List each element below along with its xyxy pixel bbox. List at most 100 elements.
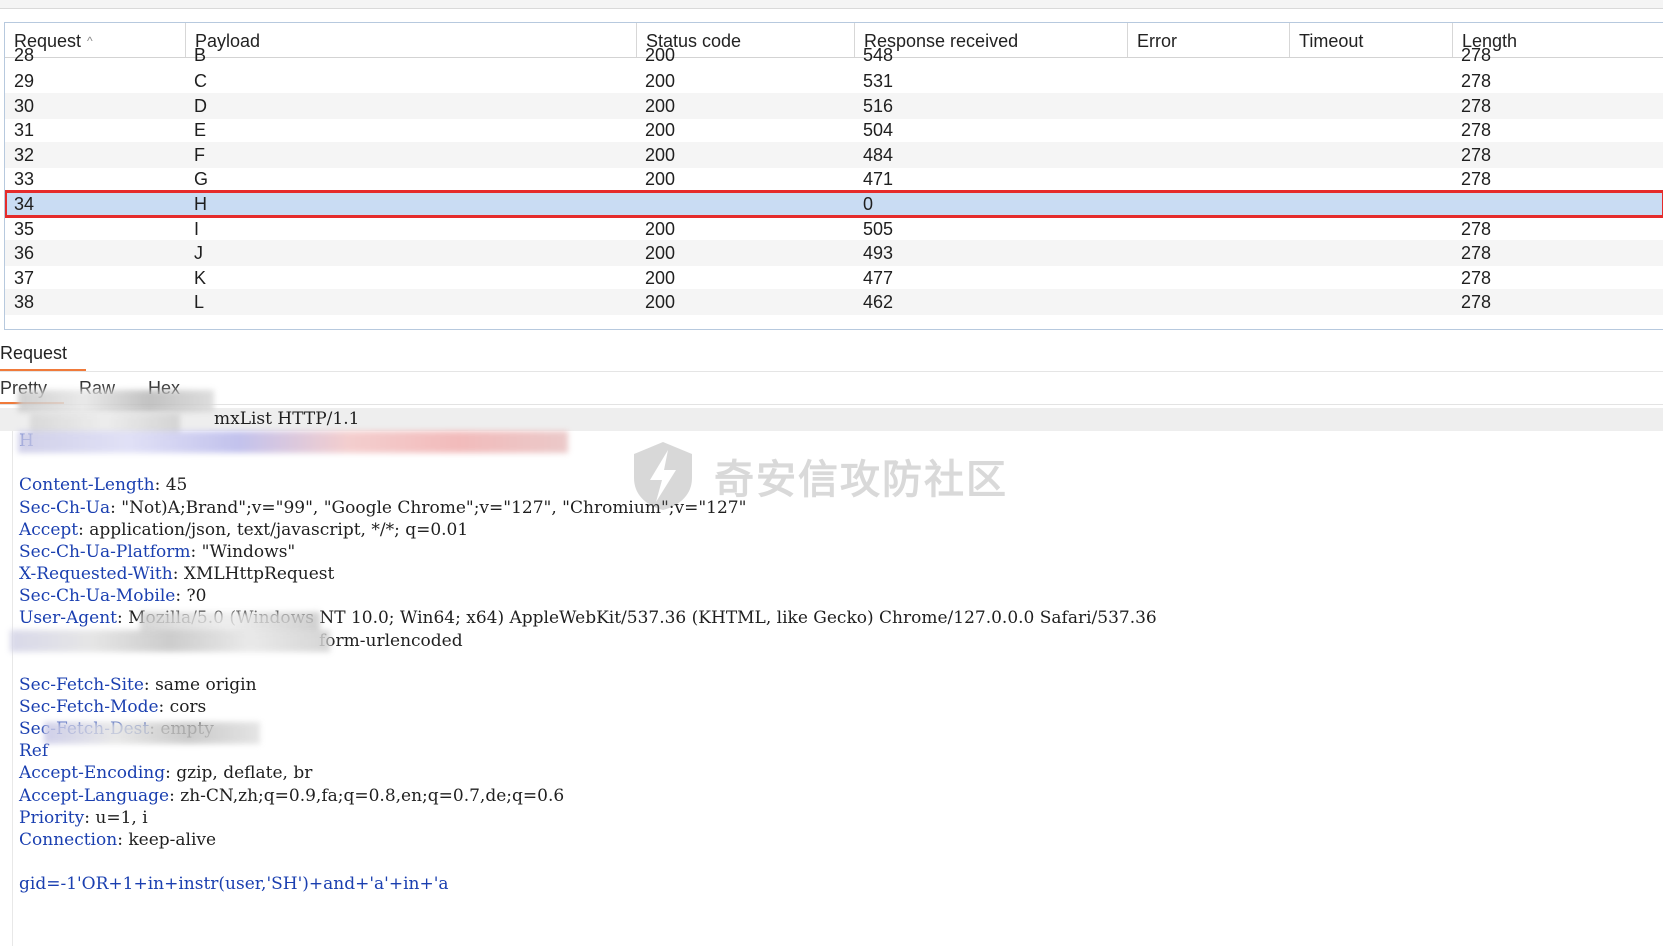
header-value: gzip, deflate, br — [176, 763, 313, 784]
cell-timeout — [1289, 93, 1298, 119]
table-row[interactable]: 29 C 200 531 278 — [5, 68, 1663, 94]
cell-length: 278 — [1461, 144, 1492, 165]
cell-timeout — [1289, 68, 1298, 94]
cell-payload: F — [194, 144, 205, 165]
header-name: X-Requested-With — [19, 564, 173, 585]
cell-status: 200 — [645, 218, 676, 239]
cell-length: 278 — [1461, 292, 1492, 313]
cell-error — [1127, 166, 1136, 192]
cell-error — [1127, 191, 1136, 217]
cell-status: 200 — [645, 95, 676, 116]
cell-length: 278 — [1461, 71, 1492, 91]
shield-bolt-icon — [634, 442, 692, 510]
header-line: Sec-Ch-Ua-Platform: "Windows" — [19, 541, 296, 562]
body-text: gid=-1'OR+1+in+instr(user,'SH')+and+'a'+… — [19, 874, 449, 895]
header-value: XMLHttpRequest — [183, 564, 335, 585]
cell-request: 32 — [14, 144, 35, 165]
cell-error — [1127, 68, 1136, 94]
search-bar-strip — [0, 0, 1663, 9]
table-row[interactable]: 28 B 200 548 278 — [5, 42, 1663, 68]
cell-request: 37 — [14, 267, 35, 288]
header-value: ?0 — [186, 586, 207, 607]
table-row[interactable]: 35 I 200 505 278 — [5, 216, 1663, 242]
cell-request: 31 — [14, 120, 35, 141]
redacted-region — [18, 390, 214, 412]
table-row[interactable]: 37 K 200 477 278 — [5, 265, 1663, 291]
header-value: "Windows" — [201, 541, 296, 562]
table-row[interactable]: 36 J 200 493 278 — [5, 240, 1663, 267]
header-name: Sec-Ch-Ua — [19, 497, 111, 518]
cell-payload: L — [194, 292, 205, 313]
header-value: 45 — [165, 475, 188, 496]
header-name: Sec-Fetch-Mode — [19, 696, 159, 717]
tab-request[interactable]: Request — [0, 343, 67, 364]
cell-response: 516 — [863, 95, 894, 116]
header-line: Sec-Fetch-Mode: cors — [19, 696, 207, 717]
header-line: Accept: application/json, text/javascrip… — [19, 519, 469, 540]
table-row-selected[interactable]: 34 H 0 — [5, 190, 1663, 218]
divider — [0, 371, 1663, 372]
header-line: mxList HTTP/1.1 — [0, 408, 1663, 431]
header-name: User-Agent — [19, 608, 117, 629]
cell-length: 278 — [1461, 95, 1492, 116]
cell-payload: C — [194, 71, 207, 91]
request-body-line: gid=-1'OR+1+in+instr(user,'SH')+and+'a'+… — [19, 873, 449, 896]
cell-request: 38 — [14, 292, 35, 313]
cell-timeout — [1289, 240, 1298, 266]
cell-request: 35 — [14, 218, 35, 239]
cell-error — [1127, 117, 1136, 143]
header-name: Sec-Fetch-Site — [19, 674, 144, 695]
header-value: mxList HTTP/1.1 — [214, 409, 360, 429]
cell-request: 34 — [14, 194, 35, 214]
header-value: zh-CN,zh;q=0.9,fa;q=0.8,en;q=0.7,de;q=0.… — [180, 785, 565, 806]
cell-status — [636, 191, 645, 217]
header-name: Ref — [19, 741, 49, 762]
cell-status: 200 — [645, 144, 676, 165]
table-row[interactable]: 31 E 200 504 278 — [5, 117, 1663, 143]
cell-response: 548 — [863, 45, 894, 65]
cell-length: 278 — [1461, 267, 1492, 288]
cell-payload: H — [194, 194, 207, 214]
header-name: Accept-Language — [19, 785, 170, 806]
cell-timeout — [1289, 166, 1298, 192]
header-line: Accept-Language: zh-CN,zh;q=0.9,fa;q=0.8… — [19, 785, 565, 806]
cell-timeout — [1289, 265, 1298, 291]
cell-length: 278 — [1461, 169, 1492, 190]
header-line: Sec-Fetch-Site: same origin — [19, 674, 257, 695]
cell-response: 484 — [863, 144, 894, 165]
editor-gutter — [0, 408, 13, 946]
cell-error — [1127, 240, 1136, 266]
cell-request: 29 — [14, 71, 35, 91]
cell-error — [1127, 93, 1136, 119]
table-row[interactable]: 33 G 200 471 278 — [5, 166, 1663, 192]
cell-timeout — [1289, 142, 1298, 168]
header-line: X-Requested-With: XMLHttpRequest — [19, 564, 335, 585]
redacted-region — [10, 630, 330, 652]
cell-status: 200 — [645, 45, 676, 65]
cell-payload: B — [194, 45, 207, 65]
watermark: 奇安信攻防社区 — [630, 440, 1008, 512]
header-value: keep-alive — [128, 829, 217, 850]
table-row[interactable]: 32 F 200 484 278 — [5, 141, 1663, 168]
header-name: Accept-Encoding — [19, 763, 166, 784]
cell-error — [1127, 265, 1136, 291]
cell-request: 28 — [14, 45, 35, 65]
header-name: Sec-Ch-Ua-Mobile — [19, 586, 176, 607]
header-line: Accept-Encoding: gzip, deflate, br — [19, 763, 313, 784]
cell-response: 477 — [863, 267, 894, 288]
cell-payload: K — [194, 267, 207, 288]
cell-status: 200 — [645, 243, 676, 264]
cell-status: 200 — [645, 71, 676, 91]
table-row[interactable]: 30 D 200 516 278 — [5, 92, 1663, 119]
redacted-region — [44, 722, 260, 744]
cell-timeout — [1289, 117, 1298, 143]
table-row[interactable]: 38 L 200 462 278 — [5, 289, 1663, 316]
cell-request: 30 — [14, 95, 35, 116]
cell-payload: I — [194, 218, 200, 239]
cell-request: 36 — [14, 243, 35, 264]
cell-timeout — [1289, 191, 1298, 217]
header-value: same origin — [155, 674, 257, 695]
watermark-text: 奇安信攻防社区 — [714, 457, 1008, 503]
results-table: Request ^ Payload Status code Response re… — [4, 22, 1663, 330]
header-line: Content-Length: 45 — [19, 475, 188, 496]
